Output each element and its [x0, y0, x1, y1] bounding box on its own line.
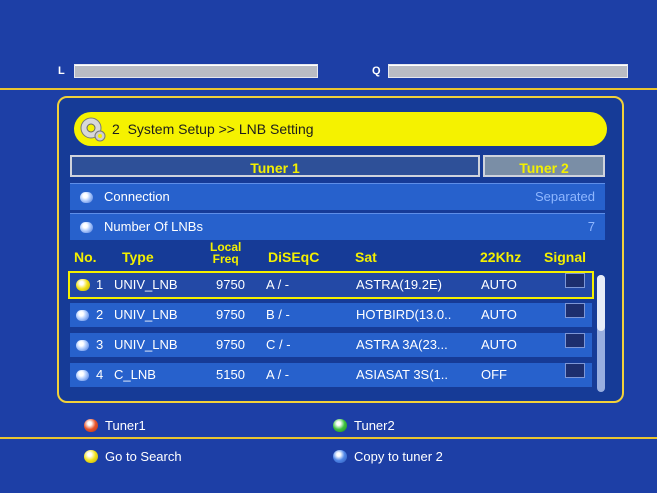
col-header-diseqc: DiSEqC [268, 249, 320, 265]
col-header-sat: Sat [355, 249, 377, 265]
row-22khz: AUTO [481, 277, 517, 292]
row-type: C_LNB [114, 367, 156, 382]
row-diseqc: A / - [266, 277, 290, 292]
row-bullet-icon [76, 279, 90, 291]
legend-copy-to-tuner-2: Copy to tuner 2 [354, 449, 443, 464]
row-bullet-icon [76, 310, 89, 321]
row-sat: ASTRA 3A(23... [356, 337, 448, 352]
row-bullet-icon [76, 340, 89, 351]
connection-value: Separated [535, 189, 595, 204]
row-22khz: AUTO [481, 307, 517, 322]
signal-level-bar [74, 64, 318, 78]
col-header-local-freq: Local Freq [210, 241, 241, 265]
col-header-no: No. [74, 249, 97, 265]
row-22khz: OFF [481, 367, 507, 382]
signal-checkbox[interactable] [565, 363, 585, 378]
top-divider [0, 88, 657, 90]
table-row[interactable]: 2 UNIV_LNB 9750 B / - HOTBIRD(13.0.. AUTO [70, 303, 592, 327]
row-no: 3 [96, 337, 104, 352]
row-diseqc: B / - [266, 307, 290, 322]
scrollbar-thumb[interactable] [597, 275, 605, 331]
menu-number: 2 [112, 121, 120, 137]
signal-quality-bar [388, 64, 628, 78]
breadcrumb: System Setup >> LNB Setting [127, 121, 314, 137]
bullet-icon [80, 222, 93, 233]
number-of-lnbs-row[interactable]: Number Of LNBs 7 [70, 213, 605, 240]
row-no: 2 [96, 307, 104, 322]
number-of-lnbs-value: 7 [587, 219, 595, 234]
row-diseqc: A / - [266, 367, 290, 382]
row-local-freq: 9750 [216, 337, 245, 352]
row-22khz: AUTO [481, 337, 517, 352]
gear-icon [80, 117, 106, 142]
signal-checkbox[interactable] [565, 303, 585, 318]
signal-checkbox[interactable] [565, 273, 585, 288]
row-local-freq: 5150 [216, 367, 245, 382]
tab-tuner-2[interactable]: Tuner 2 [483, 155, 605, 177]
page-title: 2 System Setup >> LNB Setting [112, 121, 314, 137]
row-no: 1 [96, 277, 104, 292]
col-header-local-freq-line2: Freq [212, 252, 239, 266]
bullet-icon [80, 192, 93, 203]
row-sat: ASTRA(19.2E) [356, 277, 442, 292]
legend-tuner1: Tuner1 [105, 418, 146, 433]
signal-checkbox[interactable] [565, 333, 585, 348]
row-local-freq: 9750 [216, 277, 245, 292]
row-type: UNIV_LNB [114, 337, 178, 352]
col-header-signal: Signal [544, 249, 587, 265]
row-type: UNIV_LNB [114, 307, 178, 322]
lnb-list: 1 UNIV_LNB 9750 A / - ASTRA(19.2E) AUTO 2 UNIV_… [66, 268, 600, 394]
table-row[interactable]: 3 UNIV_LNB 9750 C / - ASTRA 3A(23... AUTO [70, 333, 592, 357]
level-meter-label: L [58, 65, 65, 77]
title-bar: 2 System Setup >> LNB Setting [74, 112, 607, 146]
row-sat: ASIASAT 3S(1.. [356, 367, 449, 382]
row-bullet-icon [76, 370, 89, 381]
red-button-icon [84, 419, 98, 432]
bottom-divider [0, 437, 657, 439]
row-local-freq: 9750 [216, 307, 245, 322]
table-row[interactable]: 4 C_LNB 5150 A / - ASIASAT 3S(1.. OFF [70, 363, 592, 387]
col-header-type: Type [122, 249, 154, 265]
connection-label: Connection [104, 189, 170, 204]
table-row[interactable]: 1 UNIV_LNB 9750 A / - ASTRA(19.2E) AUTO [68, 271, 594, 299]
col-header-22khz: 22Khz [480, 249, 522, 265]
legend-go-to-search: Go to Search [105, 449, 182, 464]
row-diseqc: C / - [266, 337, 291, 352]
quality-meter-label: Q [372, 65, 381, 77]
row-sat: HOTBIRD(13.0.. [356, 307, 452, 322]
green-button-icon [333, 419, 347, 432]
yellow-button-icon [84, 450, 98, 463]
legend-tuner2: Tuner2 [354, 418, 395, 433]
number-of-lnbs-label: Number Of LNBs [104, 219, 203, 234]
row-type: UNIV_LNB [114, 277, 178, 292]
blue-button-icon [333, 450, 347, 463]
tab-tuner-1[interactable]: Tuner 1 [70, 155, 480, 177]
row-no: 4 [96, 367, 104, 382]
connection-row[interactable]: Connection Separated [70, 183, 605, 210]
